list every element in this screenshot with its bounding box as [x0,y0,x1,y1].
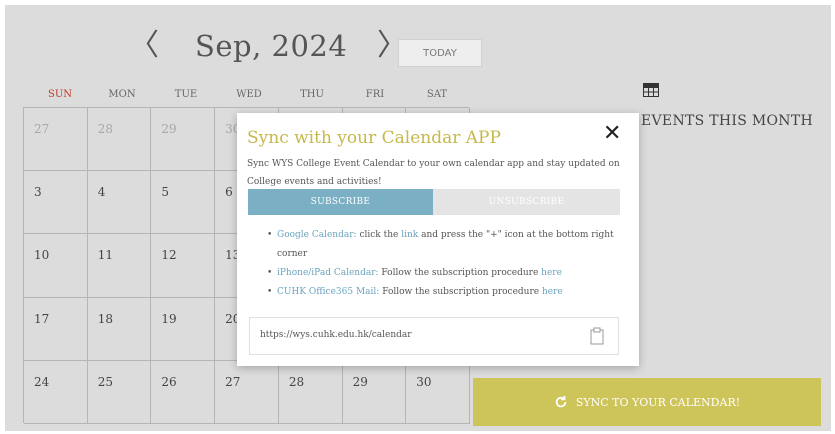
day-number: 5 [161,185,170,200]
day-number: 18 [97,311,113,326]
day-number: 27 [225,374,241,389]
day-number: 17 [34,311,50,326]
month-title: Sep, 2024 [195,29,348,63]
day-cell[interactable]: 27 [215,360,279,424]
google-link[interactable]: link [401,230,418,240]
tab-unsubscribe[interactable]: UNSUBSCRIBE [433,189,620,215]
day-number: 27 [34,122,50,136]
day-cell[interactable]: 30 [406,360,470,424]
list-item: CUHK Office365 Mail: Follow the subscrip… [267,283,627,302]
day-cell[interactable]: 29 [342,360,407,424]
office365-mail-link[interactable]: CUHK Office365 Mail: [277,287,379,297]
prev-month-button[interactable]: 〈 [129,31,159,61]
clipboard-icon[interactable] [590,327,604,345]
calendar-url-text: https://wys.cuhk.edu.hk/calendar [260,330,412,340]
day-number: 19 [161,311,177,326]
day-cell[interactable]: 29 [151,108,216,172]
table-grid-icon[interactable] [643,83,659,97]
day-number: 28 [288,374,305,389]
day-number: 10 [34,248,50,263]
day-number: 25 [97,374,113,389]
office365-here-link[interactable]: here [542,287,563,297]
weekday-mon: MON [108,89,136,100]
day-number: 28 [97,122,113,136]
weekday-thu: THU [300,89,324,100]
refresh-icon [555,395,567,408]
iphone-calendar-link[interactable]: iPhone/iPad Calendar: [277,268,379,278]
day-number: 29 [161,122,177,136]
day-number: 6 [225,185,233,200]
day-cell[interactable]: 11 [87,234,152,298]
day-number: 24 [34,374,50,389]
events-this-month-title: EVENTS THIS MONTH [641,113,814,129]
day-cell[interactable]: 3 [24,171,88,235]
day-cell[interactable]: 17 [24,297,88,361]
google-calendar-link[interactable]: Google Calendar: [277,230,357,240]
day-cell[interactable]: 25 [87,360,152,424]
list-item: Google Calendar: click the link and pres… [267,226,627,264]
sync-to-calendar-button[interactable]: SYNC TO YOUR CALENDAR! [473,378,821,426]
day-cell[interactable]: 12 [151,234,216,298]
today-button[interactable]: TODAY [398,39,482,67]
modal-description: Sync WYS College Event Calendar to your … [247,159,620,187]
day-cell[interactable]: 28 [278,360,343,424]
weekday-wed: WED [236,89,262,100]
day-number: 26 [161,374,177,389]
day-number: 29 [352,374,368,389]
day-cell[interactable]: 28 [87,108,152,172]
day-number: 3 [34,185,42,200]
day-cell[interactable]: 19 [151,297,216,361]
weekday-fri: FRI [365,89,385,100]
iphone-here-link[interactable]: here [541,268,562,278]
subscribe-instructions: Google Calendar: click the link and pres… [267,226,627,302]
day-cell[interactable]: 4 [87,171,152,235]
weekday-sun: SUN [47,89,73,100]
day-number: 4 [97,185,106,200]
list-item: iPhone/iPad Calendar: Follow the subscri… [267,264,627,283]
instruction-text: Follow the subscription procedure [378,268,542,278]
sync-calendar-modal: Sync with your Calendar APP ✕ Sync WYS C… [237,113,639,366]
modal-title: Sync with your Calendar APP [247,128,501,148]
day-number: 11 [97,248,113,263]
instruction-text: Follow the subscription procedure [379,287,542,297]
close-icon[interactable]: ✕ [603,123,621,145]
weekday-tue: TUE [174,89,198,100]
weekday-sat: SAT [426,89,448,100]
page: 〈 Sep, 2024 〉 TODAY SUN MON TUE WED THU FRI SA… [0,0,835,434]
calendar-url-field[interactable]: https://wys.cuhk.edu.hk/calendar [249,317,619,355]
day-cell[interactable]: 10 [24,234,88,298]
instruction-text: click the [356,230,402,240]
day-cell[interactable]: 5 [151,171,216,235]
day-number: 12 [161,248,177,263]
day-cell[interactable]: 18 [87,297,152,361]
tab-subscribe[interactable]: SUBSCRIBE [248,189,433,215]
day-cell[interactable]: 24 [24,360,88,424]
day-cell[interactable]: 26 [151,360,216,424]
day-number: 30 [416,374,432,389]
day-cell[interactable]: 27 [24,108,88,172]
sync-button-label: SYNC TO YOUR CALENDAR! [575,395,741,409]
